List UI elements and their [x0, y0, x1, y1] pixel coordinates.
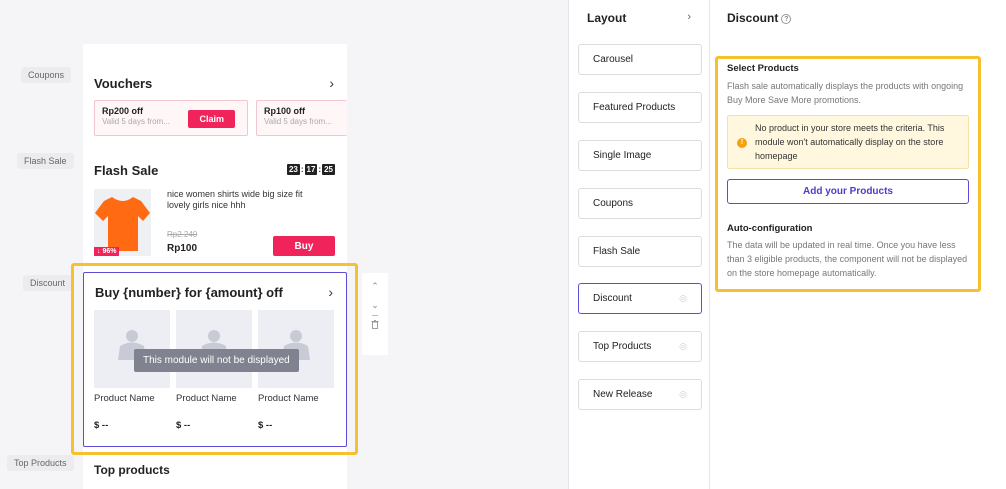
top-products-title: Top products [94, 463, 170, 477]
hidden-module-notice: This module will not be displayed [134, 349, 299, 372]
panel-header: Discount? [727, 11, 792, 25]
module-tag-coupons[interactable]: Coupons [21, 67, 72, 83]
tshirt-image [95, 197, 150, 251]
voucher-card[interactable]: Rp200 off Valid 5 days from... Claim [94, 100, 248, 136]
vouchers-title: Vouchers [94, 76, 153, 91]
product-price: Rp100 [167, 243, 198, 254]
module-tag-discount[interactable]: Discount [23, 275, 73, 291]
eye-off-icon[interactable]: ◎ [679, 341, 687, 352]
flash-sale-timer: 23 : 17 : 25 [286, 164, 335, 175]
product-name: Product Name [258, 393, 319, 404]
layout-item-label: Top Products [593, 341, 652, 352]
product-name: Product Name [176, 393, 237, 404]
move-up-icon[interactable]: ⌃ [371, 281, 379, 292]
product-name[interactable]: nice women shirts wide big size fit love… [167, 189, 325, 211]
product-image[interactable]: ↓ 96% [94, 189, 151, 256]
flash-sale-title: Flash Sale [94, 163, 159, 178]
product-name: Product Name [94, 393, 155, 404]
layout-item-label: Coupons [593, 198, 634, 209]
old-price: Rp2.240 [167, 230, 198, 239]
layout-title: Layout [587, 11, 627, 25]
layout-item-coupons[interactable]: Coupons [578, 188, 702, 219]
voucher-title: Rp100 off [264, 106, 306, 116]
select-products-description: Flash sale automatically displays the pr… [727, 81, 964, 105]
layout-item-new-release[interactable]: New Release ◎ [578, 379, 702, 410]
claim-button[interactable]: Claim [188, 110, 235, 128]
discount-settings-panel: Discount? Select Products Flash sale aut… [710, 0, 1006, 489]
discount-module[interactable]: Buy {number} for {amount} off › Product … [83, 272, 347, 447]
discount-chevron-icon[interactable]: › [328, 284, 333, 300]
layout-item-label: Carousel [593, 54, 634, 65]
layout-item-single-image[interactable]: Single Image [578, 140, 702, 171]
module-controls: ⌃ ⌄ [362, 273, 388, 355]
layout-item-discount[interactable]: Discount ◎ [578, 283, 702, 314]
module-tag-flash-sale[interactable]: Flash Sale [17, 153, 74, 169]
layout-item-featured-products[interactable]: Featured Products [578, 92, 702, 123]
select-products-heading: Select Products [727, 63, 799, 74]
auto-config-heading: Auto-configuration [727, 223, 813, 234]
layout-panel: Layout › Carousel Featured Products Sing… [568, 0, 710, 489]
divider [372, 315, 378, 316]
vouchers-chevron-icon[interactable]: › [329, 75, 334, 91]
timer-seconds: 25 [322, 164, 335, 175]
preview-canvas: Coupons Flash Sale Discount Top Products… [0, 0, 568, 489]
layout-chevron-icon[interactable]: › [687, 11, 691, 23]
layout-item-top-products[interactable]: Top Products ◎ [578, 331, 702, 362]
discount-badge: ↓ 96% [94, 247, 120, 256]
warning-text: No product in your store meets the crite… [755, 123, 945, 161]
move-down-icon[interactable]: ⌄ [371, 300, 379, 311]
layout-item-label: Discount [593, 293, 632, 304]
help-icon[interactable]: ? [781, 13, 792, 24]
timer-hours: 23 [286, 164, 300, 175]
product-price: $ -- [176, 420, 191, 431]
add-products-button[interactable]: Add your Products [727, 179, 969, 204]
layout-item-label: Single Image [593, 150, 652, 161]
voucher-card[interactable]: Rp100 off Valid 5 days from... [256, 100, 347, 136]
eye-off-icon[interactable]: ◎ [679, 293, 687, 304]
warning-banner: ! No product in your store meets the cri… [727, 115, 969, 169]
layout-item-label: New Release [593, 389, 653, 400]
product-price: $ -- [258, 420, 273, 431]
layout-item-flash-sale[interactable]: Flash Sale [578, 236, 702, 267]
layout-item-carousel[interactable]: Carousel [578, 44, 702, 75]
timer-minutes: 17 [304, 164, 318, 175]
discount-module-title: Buy {number} for {amount} off [95, 285, 283, 300]
voucher-subtitle: Valid 5 days from... [264, 117, 332, 126]
warning-icon: ! [737, 138, 747, 148]
layout-item-label: Flash Sale [593, 246, 641, 257]
module-tag-top-products[interactable]: Top Products [7, 455, 74, 471]
buy-button[interactable]: Buy [273, 236, 335, 256]
auto-config-description: The data will be updated in real time. O… [727, 240, 968, 278]
delete-icon[interactable] [371, 320, 379, 329]
product-price: $ -- [94, 420, 109, 431]
eye-off-icon[interactable]: ◎ [679, 389, 687, 400]
panel-title: Discount [727, 11, 779, 25]
layout-item-label: Featured Products [593, 102, 676, 113]
